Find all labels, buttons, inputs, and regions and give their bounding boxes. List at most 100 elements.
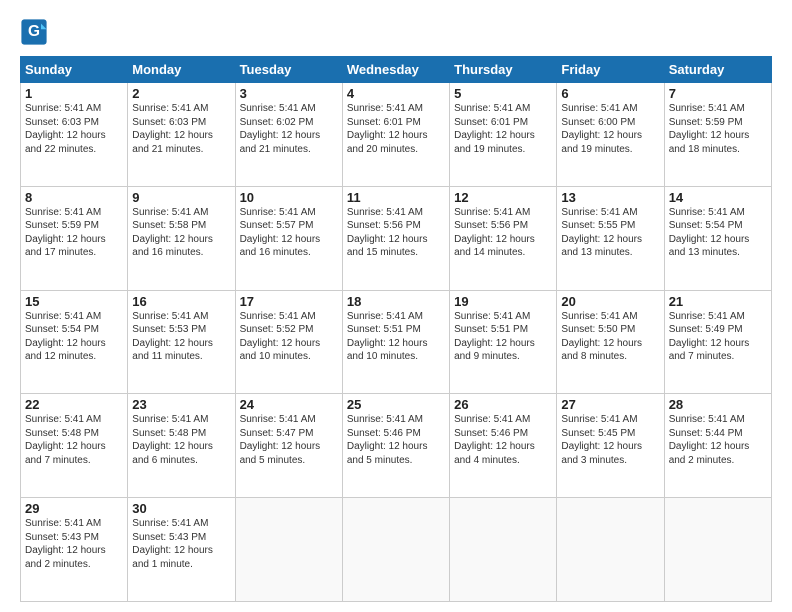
day-number: 25 — [347, 397, 445, 412]
day-number: 20 — [561, 294, 659, 309]
weekday-header-friday: Friday — [557, 57, 664, 83]
cell-details: Sunrise: 5:41 AM Sunset: 5:49 PM Dayligh… — [669, 310, 767, 364]
cell-details: Sunrise: 5:41 AM Sunset: 6:00 PM Dayligh… — [561, 102, 659, 156]
weekday-header-sunday: Sunday — [21, 57, 128, 83]
day-number: 5 — [454, 86, 552, 101]
calendar-cell — [557, 498, 664, 602]
calendar-cell — [235, 498, 342, 602]
day-number: 26 — [454, 397, 552, 412]
cell-details: Sunrise: 5:41 AM Sunset: 5:43 PM Dayligh… — [25, 517, 123, 571]
calendar-cell: 21Sunrise: 5:41 AM Sunset: 5:49 PM Dayli… — [664, 290, 771, 394]
day-number: 19 — [454, 294, 552, 309]
day-number: 17 — [240, 294, 338, 309]
calendar-cell: 14Sunrise: 5:41 AM Sunset: 5:54 PM Dayli… — [664, 186, 771, 290]
calendar-cell: 3Sunrise: 5:41 AM Sunset: 6:02 PM Daylig… — [235, 83, 342, 187]
calendar-cell: 28Sunrise: 5:41 AM Sunset: 5:44 PM Dayli… — [664, 394, 771, 498]
calendar-cell: 22Sunrise: 5:41 AM Sunset: 5:48 PM Dayli… — [21, 394, 128, 498]
calendar-cell: 15Sunrise: 5:41 AM Sunset: 5:54 PM Dayli… — [21, 290, 128, 394]
cell-details: Sunrise: 5:41 AM Sunset: 6:03 PM Dayligh… — [132, 102, 230, 156]
cell-details: Sunrise: 5:41 AM Sunset: 5:47 PM Dayligh… — [240, 413, 338, 467]
calendar-cell: 12Sunrise: 5:41 AM Sunset: 5:56 PM Dayli… — [450, 186, 557, 290]
cell-details: Sunrise: 5:41 AM Sunset: 6:02 PM Dayligh… — [240, 102, 338, 156]
svg-text:G: G — [28, 23, 40, 40]
calendar-cell: 25Sunrise: 5:41 AM Sunset: 5:46 PM Dayli… — [342, 394, 449, 498]
weekday-header-tuesday: Tuesday — [235, 57, 342, 83]
calendar-cell: 24Sunrise: 5:41 AM Sunset: 5:47 PM Dayli… — [235, 394, 342, 498]
day-number: 22 — [25, 397, 123, 412]
calendar-cell: 17Sunrise: 5:41 AM Sunset: 5:52 PM Dayli… — [235, 290, 342, 394]
cell-details: Sunrise: 5:41 AM Sunset: 6:01 PM Dayligh… — [454, 102, 552, 156]
day-number: 8 — [25, 190, 123, 205]
cell-details: Sunrise: 5:41 AM Sunset: 5:48 PM Dayligh… — [132, 413, 230, 467]
cell-details: Sunrise: 5:41 AM Sunset: 5:53 PM Dayligh… — [132, 310, 230, 364]
day-number: 21 — [669, 294, 767, 309]
calendar-table: SundayMondayTuesdayWednesdayThursdayFrid… — [20, 56, 772, 602]
cell-details: Sunrise: 5:41 AM Sunset: 5:45 PM Dayligh… — [561, 413, 659, 467]
cell-details: Sunrise: 5:41 AM Sunset: 5:56 PM Dayligh… — [454, 206, 552, 260]
calendar-cell: 23Sunrise: 5:41 AM Sunset: 5:48 PM Dayli… — [128, 394, 235, 498]
cell-details: Sunrise: 5:41 AM Sunset: 5:43 PM Dayligh… — [132, 517, 230, 571]
day-number: 14 — [669, 190, 767, 205]
calendar-cell: 26Sunrise: 5:41 AM Sunset: 5:46 PM Dayli… — [450, 394, 557, 498]
day-number: 12 — [454, 190, 552, 205]
day-number: 2 — [132, 86, 230, 101]
cell-details: Sunrise: 5:41 AM Sunset: 5:51 PM Dayligh… — [347, 310, 445, 364]
day-number: 1 — [25, 86, 123, 101]
day-number: 28 — [669, 397, 767, 412]
calendar-cell: 9Sunrise: 5:41 AM Sunset: 5:58 PM Daylig… — [128, 186, 235, 290]
logo: G — [20, 18, 50, 46]
header: G — [20, 18, 772, 46]
cell-details: Sunrise: 5:41 AM Sunset: 5:55 PM Dayligh… — [561, 206, 659, 260]
calendar-cell: 30Sunrise: 5:41 AM Sunset: 5:43 PM Dayli… — [128, 498, 235, 602]
day-number: 10 — [240, 190, 338, 205]
calendar-cell: 18Sunrise: 5:41 AM Sunset: 5:51 PM Dayli… — [342, 290, 449, 394]
cell-details: Sunrise: 5:41 AM Sunset: 5:59 PM Dayligh… — [669, 102, 767, 156]
weekday-header-monday: Monday — [128, 57, 235, 83]
calendar-cell: 6Sunrise: 5:41 AM Sunset: 6:00 PM Daylig… — [557, 83, 664, 187]
logo-icon: G — [20, 18, 48, 46]
day-number: 9 — [132, 190, 230, 205]
cell-details: Sunrise: 5:41 AM Sunset: 5:44 PM Dayligh… — [669, 413, 767, 467]
weekday-header-wednesday: Wednesday — [342, 57, 449, 83]
calendar-cell: 4Sunrise: 5:41 AM Sunset: 6:01 PM Daylig… — [342, 83, 449, 187]
cell-details: Sunrise: 5:41 AM Sunset: 5:59 PM Dayligh… — [25, 206, 123, 260]
day-number: 13 — [561, 190, 659, 205]
calendar-cell: 27Sunrise: 5:41 AM Sunset: 5:45 PM Dayli… — [557, 394, 664, 498]
cell-details: Sunrise: 5:41 AM Sunset: 5:50 PM Dayligh… — [561, 310, 659, 364]
day-number: 27 — [561, 397, 659, 412]
cell-details: Sunrise: 5:41 AM Sunset: 5:57 PM Dayligh… — [240, 206, 338, 260]
calendar-cell: 2Sunrise: 5:41 AM Sunset: 6:03 PM Daylig… — [128, 83, 235, 187]
cell-details: Sunrise: 5:41 AM Sunset: 5:56 PM Dayligh… — [347, 206, 445, 260]
cell-details: Sunrise: 5:41 AM Sunset: 5:46 PM Dayligh… — [454, 413, 552, 467]
calendar-cell — [342, 498, 449, 602]
calendar-cell: 29Sunrise: 5:41 AM Sunset: 5:43 PM Dayli… — [21, 498, 128, 602]
day-number: 29 — [25, 501, 123, 516]
calendar-cell: 8Sunrise: 5:41 AM Sunset: 5:59 PM Daylig… — [21, 186, 128, 290]
cell-details: Sunrise: 5:41 AM Sunset: 6:01 PM Dayligh… — [347, 102, 445, 156]
day-number: 24 — [240, 397, 338, 412]
cell-details: Sunrise: 5:41 AM Sunset: 5:46 PM Dayligh… — [347, 413, 445, 467]
day-number: 15 — [25, 294, 123, 309]
calendar-cell: 19Sunrise: 5:41 AM Sunset: 5:51 PM Dayli… — [450, 290, 557, 394]
calendar-cell — [450, 498, 557, 602]
day-number: 11 — [347, 190, 445, 205]
cell-details: Sunrise: 5:41 AM Sunset: 5:48 PM Dayligh… — [25, 413, 123, 467]
day-number: 4 — [347, 86, 445, 101]
day-number: 6 — [561, 86, 659, 101]
day-number: 18 — [347, 294, 445, 309]
day-number: 7 — [669, 86, 767, 101]
cell-details: Sunrise: 5:41 AM Sunset: 5:58 PM Dayligh… — [132, 206, 230, 260]
calendar-cell — [664, 498, 771, 602]
weekday-header-saturday: Saturday — [664, 57, 771, 83]
day-number: 16 — [132, 294, 230, 309]
calendar-cell: 16Sunrise: 5:41 AM Sunset: 5:53 PM Dayli… — [128, 290, 235, 394]
calendar-cell: 20Sunrise: 5:41 AM Sunset: 5:50 PM Dayli… — [557, 290, 664, 394]
cell-details: Sunrise: 5:41 AM Sunset: 5:52 PM Dayligh… — [240, 310, 338, 364]
cell-details: Sunrise: 5:41 AM Sunset: 6:03 PM Dayligh… — [25, 102, 123, 156]
day-number: 23 — [132, 397, 230, 412]
cell-details: Sunrise: 5:41 AM Sunset: 5:51 PM Dayligh… — [454, 310, 552, 364]
calendar-cell: 10Sunrise: 5:41 AM Sunset: 5:57 PM Dayli… — [235, 186, 342, 290]
cell-details: Sunrise: 5:41 AM Sunset: 5:54 PM Dayligh… — [25, 310, 123, 364]
calendar-cell: 1Sunrise: 5:41 AM Sunset: 6:03 PM Daylig… — [21, 83, 128, 187]
calendar-cell: 11Sunrise: 5:41 AM Sunset: 5:56 PM Dayli… — [342, 186, 449, 290]
